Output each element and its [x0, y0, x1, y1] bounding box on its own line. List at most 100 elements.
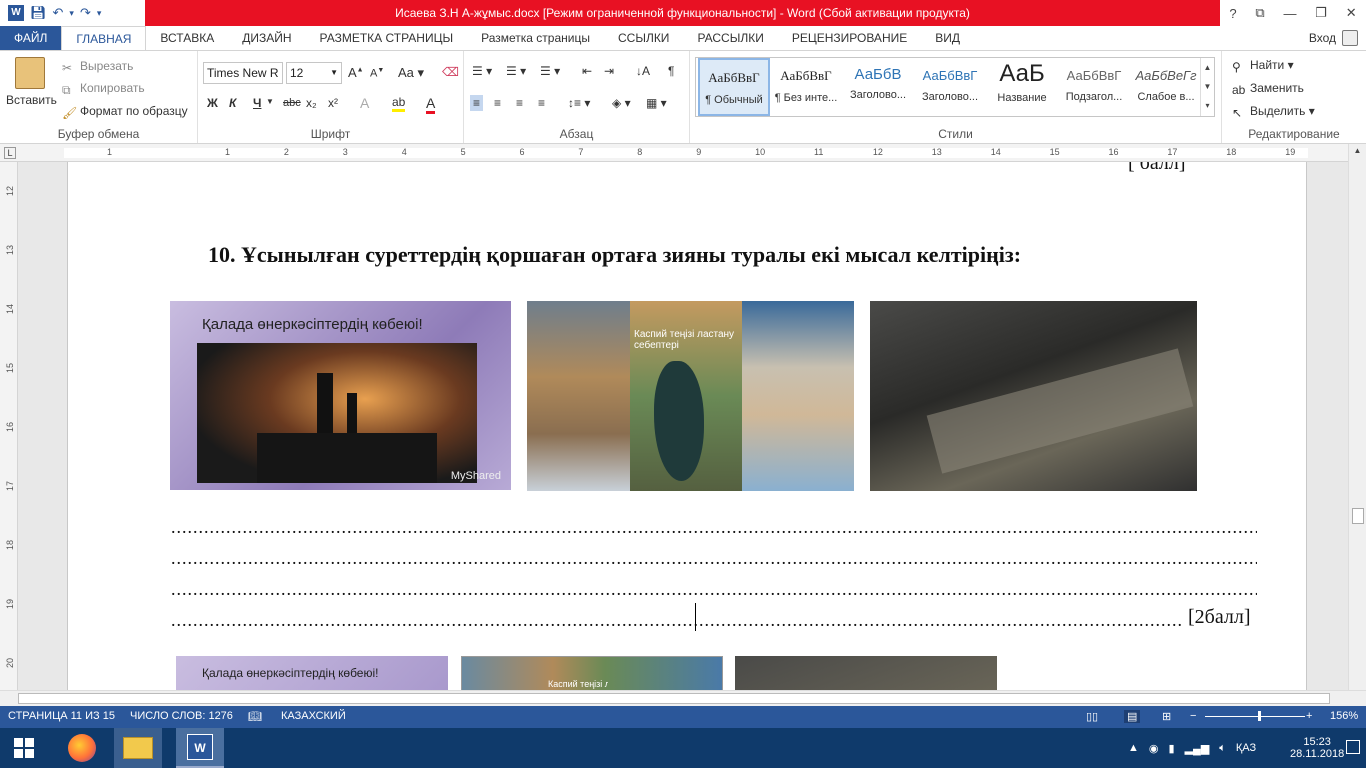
- bullets-icon[interactable]: ☰ ▾: [472, 64, 492, 78]
- style-no-spacing[interactable]: АаБбВвГ ¶ Без инте...: [770, 58, 842, 116]
- volume-icon[interactable]: 🔈︎: [1219, 742, 1226, 755]
- numbering-icon[interactable]: ☰ ▾: [506, 64, 526, 78]
- style-normal[interactable]: АаБбВвГ ¶ Обычный: [698, 58, 770, 116]
- tab-design[interactable]: ДИЗАЙН: [228, 26, 305, 50]
- underline-dropdown-icon[interactable]: ▼: [266, 97, 274, 106]
- word-count[interactable]: ЧИСЛО СЛОВ: 1276: [130, 710, 233, 722]
- caspian-collage-copy[interactable]: Каспий теңізі ластану себептері: [461, 656, 723, 690]
- document-page[interactable]: [ балл] 10. Ұсынылған суреттердің қоршағ…: [67, 162, 1307, 690]
- language-indicator[interactable]: КАЗАХСКИЙ: [281, 710, 346, 722]
- style-subtle-emphasis[interactable]: АаБбВеГг Слабое в...: [1130, 58, 1202, 116]
- answer-line-2[interactable]: ........................................…: [171, 548, 1257, 569]
- sort-icon[interactable]: ↓A: [636, 64, 650, 78]
- zoom-out-icon[interactable]: −: [1190, 710, 1196, 722]
- answer-line-1[interactable]: ........................................…: [171, 517, 1257, 538]
- industry-image[interactable]: Қалада өнеркәсіптердің көбеюі! MyShared: [170, 301, 511, 490]
- tab-review[interactable]: РЕЦЕНЗИРОВАНИЕ: [778, 26, 921, 50]
- find-button[interactable]: ⚲ Найти ▾: [1232, 58, 1294, 74]
- tab-mailings[interactable]: РАССЫЛКИ: [683, 26, 777, 50]
- borders-icon[interactable]: ▦ ▾: [646, 96, 667, 110]
- undo-dropdown-icon[interactable]: ▾: [69, 8, 74, 19]
- justify-icon[interactable]: ≡: [538, 96, 545, 110]
- zoom-slider[interactable]: [1205, 711, 1305, 721]
- italic-button[interactable]: К: [229, 96, 236, 110]
- underline-button[interactable]: Ч: [253, 96, 261, 110]
- scroll-thumb[interactable]: [1352, 508, 1364, 524]
- tab-references[interactable]: ССЫЛКИ: [604, 26, 683, 50]
- battery-icon[interactable]: ▮: [1169, 742, 1175, 755]
- document-area[interactable]: [ балл] 10. Ұсынылған суреттердің қоршағ…: [18, 162, 1348, 690]
- strikethrough-button[interactable]: abc: [283, 97, 301, 109]
- close-button[interactable]: ✕: [1346, 5, 1357, 21]
- zoom-level[interactable]: 156%: [1330, 710, 1358, 722]
- answer-line-3[interactable]: ........................................…: [171, 579, 1257, 600]
- line-spacing-icon[interactable]: ↕≡ ▾: [568, 96, 590, 110]
- file-explorer-button[interactable]: [114, 728, 162, 768]
- align-right-icon[interactable]: ≡: [516, 96, 523, 110]
- proofing-icon[interactable]: 📖︎: [248, 710, 262, 723]
- hscroll-thumb[interactable]: [18, 693, 1330, 704]
- zoom-in-icon[interactable]: +: [1306, 710, 1312, 722]
- caspian-collage-image[interactable]: Каспий теңізі ластану себептері: [527, 301, 854, 491]
- answer-line-4[interactable]: ........................................…: [171, 610, 1183, 631]
- customize-qat-icon[interactable]: ▾: [97, 8, 102, 19]
- subscript-button[interactable]: x₂: [306, 96, 317, 110]
- zoom-slider-thumb[interactable]: [1258, 711, 1261, 721]
- show-formatting-icon[interactable]: ¶: [668, 64, 674, 78]
- quarry-image-copy[interactable]: [735, 656, 997, 690]
- sign-in[interactable]: Вход: [1309, 26, 1358, 50]
- tab-home[interactable]: ГЛАВНАЯ: [61, 26, 147, 50]
- style-title[interactable]: АаБ Название: [986, 58, 1058, 116]
- bold-button[interactable]: Ж: [207, 96, 218, 110]
- paste-button[interactable]: Вставить: [6, 57, 57, 107]
- word-taskbar-button[interactable]: W: [176, 728, 224, 768]
- tab-selector-icon[interactable]: L: [4, 147, 16, 159]
- highlight-icon[interactable]: ab: [392, 95, 406, 112]
- multilevel-list-icon[interactable]: ☰ ▾: [540, 64, 560, 78]
- tab-page-layout[interactable]: РАЗМЕТКА СТРАНИЦЫ: [306, 26, 468, 50]
- copy-button[interactable]: ⧉ Копировать: [62, 81, 145, 97]
- shrink-font-button[interactable]: A▼: [370, 67, 384, 80]
- web-layout-icon[interactable]: ⊞: [1162, 710, 1171, 723]
- vertical-scrollbar[interactable]: ▲: [1348, 144, 1366, 690]
- text-effects-icon[interactable]: A: [360, 95, 369, 111]
- replace-button[interactable]: ab Заменить: [1232, 81, 1304, 97]
- style-subtitle[interactable]: АаБбВвГ Подзагол...: [1058, 58, 1130, 116]
- horizontal-ruler[interactable]: L 1 1 2 3 4 5 6 7 8 9 10 11 12 13 14 15 16 17 18 19: [0, 144, 1366, 162]
- align-left-icon[interactable]: ≡: [470, 95, 484, 111]
- change-case-button[interactable]: Aa ▾: [398, 65, 424, 81]
- clear-formatting-button[interactable]: ⌫: [442, 65, 459, 79]
- notifications-icon[interactable]: [1346, 740, 1360, 754]
- help-button[interactable]: ?: [1229, 6, 1236, 21]
- tab-view[interactable]: ВИД: [921, 26, 974, 50]
- tab-insert[interactable]: ВСТАВКА: [146, 26, 228, 50]
- select-button[interactable]: ↖ Выделить ▾: [1232, 104, 1315, 120]
- print-layout-icon[interactable]: ▤: [1124, 710, 1141, 723]
- font-size-combo[interactable]: 12 ▼: [286, 62, 342, 84]
- signal-icon[interactable]: ▂▄▆: [1185, 742, 1210, 755]
- input-language[interactable]: ҚАЗ: [1236, 742, 1256, 754]
- ribbon-display-button[interactable]: ⧉: [1255, 5, 1264, 21]
- tab-file[interactable]: ФАЙЛ: [0, 26, 62, 50]
- cut-button[interactable]: ✂ Вырезать: [62, 59, 133, 75]
- scroll-up-icon[interactable]: ▲: [1349, 146, 1366, 155]
- clock[interactable]: 15:23 28.11.2018: [1290, 728, 1344, 768]
- start-button[interactable]: [0, 728, 48, 768]
- shading-icon[interactable]: ◈ ▾: [612, 96, 631, 110]
- format-painter-button[interactable]: 🖌︎ Формат по образцу: [62, 104, 188, 120]
- font-color-icon[interactable]: A: [426, 95, 436, 114]
- style-heading2[interactable]: АаБбВвГ Заголово...: [914, 58, 986, 116]
- save-icon[interactable]: 💾︎: [30, 5, 47, 21]
- align-center-icon[interactable]: ≡: [494, 96, 501, 110]
- page-count[interactable]: СТРАНИЦА 11 ИЗ 15: [8, 710, 115, 722]
- tab-page-layout-2[interactable]: Разметка страницы: [467, 26, 604, 50]
- horizontal-scrollbar[interactable]: [0, 690, 1366, 706]
- industry-image-copy[interactable]: Қалада өнеркәсіптердің көбеюі!: [176, 656, 448, 690]
- font-name-combo[interactable]: Times New R: [203, 62, 283, 84]
- undo-icon[interactable]: ↶: [53, 5, 64, 21]
- grow-font-button[interactable]: A▲: [348, 65, 364, 80]
- network-status-icon[interactable]: ◉: [1149, 742, 1159, 755]
- styles-scroll[interactable]: ▲ ▼ ▾: [1200, 58, 1214, 116]
- redo-icon[interactable]: ↷: [80, 5, 91, 21]
- style-heading1[interactable]: АаБбВ Заголово...: [842, 58, 914, 116]
